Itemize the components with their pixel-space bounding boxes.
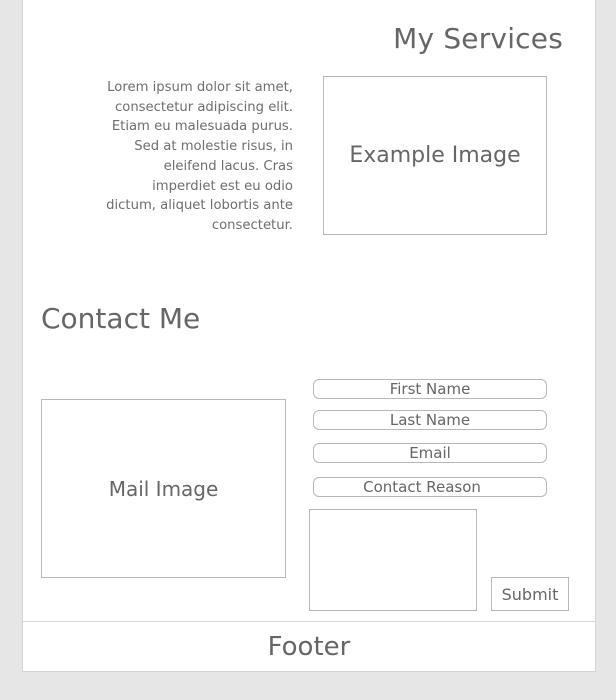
mail-image-label: Mail Image (108, 476, 219, 501)
footer-label: Footer (267, 631, 351, 662)
example-image-placeholder: Example Image (323, 76, 547, 235)
example-image-label: Example Image (349, 143, 521, 168)
footer: Footer (23, 621, 595, 671)
email-field[interactable]: Email (313, 443, 547, 463)
first-name-field[interactable]: First Name (313, 379, 547, 399)
message-textarea[interactable] (309, 509, 477, 611)
mail-image-placeholder: Mail Image (41, 399, 286, 578)
page-container: My Services Lorem ipsum dolor sit amet, … (22, 0, 596, 672)
contact-title: Contact Me (41, 302, 201, 335)
services-description: Lorem ipsum dolor sit amet, consectetur … (106, 80, 293, 233)
last-name-field[interactable]: Last Name (313, 410, 547, 430)
submit-button[interactable]: Submit (491, 577, 569, 611)
services-title: My Services (393, 22, 563, 55)
contact-reason-field[interactable]: Contact Reason (313, 477, 547, 497)
